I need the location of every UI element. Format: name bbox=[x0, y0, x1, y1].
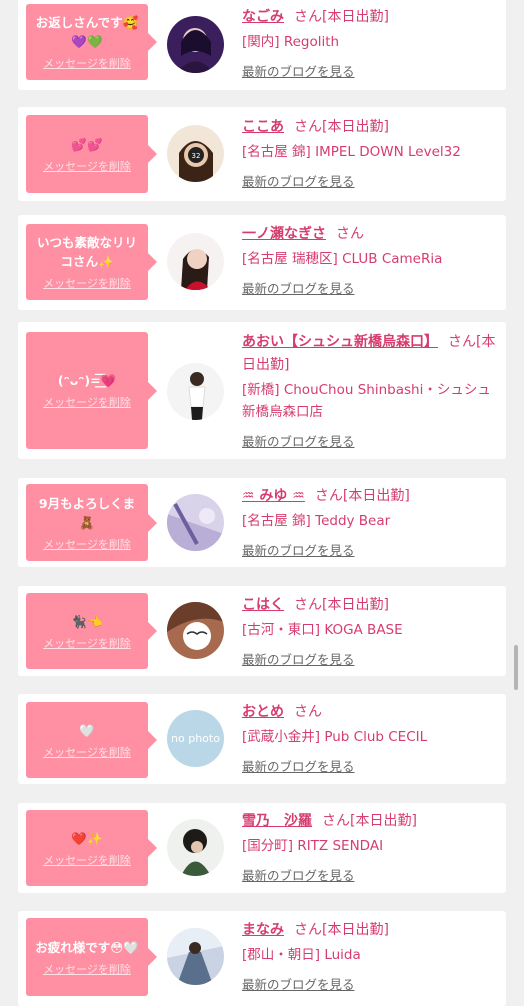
avatar[interactable] bbox=[167, 233, 224, 290]
message-bubble: 💕💕 メッセージを削除 bbox=[26, 115, 157, 193]
delete-message-link[interactable]: メッセージを削除 bbox=[43, 536, 131, 552]
shop-name: [名古屋 錦] IMPEL DOWN Level32 bbox=[242, 144, 461, 160]
cast-suffix: さん[本日出勤] bbox=[294, 597, 389, 613]
avatar[interactable] bbox=[167, 363, 224, 420]
delete-message-link[interactable]: メッセージを削除 bbox=[43, 635, 131, 651]
blog-link[interactable]: 最新のブログを見る bbox=[242, 61, 500, 80]
message-text: 🤍 bbox=[79, 722, 95, 738]
message-bubble: 🐈‍⬛👈 メッセージを削除 bbox=[26, 593, 157, 669]
message-bubble: お返しさんです🥰💜💚 メッセージを削除 bbox=[26, 4, 157, 80]
svg-text:32: 32 bbox=[192, 152, 201, 160]
avatar[interactable] bbox=[167, 819, 224, 876]
list-item: 🤍 メッセージを削除 no photo おとめ さん [武蔵小金井] Pub Cl… bbox=[18, 694, 506, 784]
message-text: (ᵔᴗᵔ)=͟͟͞💗 bbox=[57, 373, 117, 388]
cast-suffix: さん[本日出勤] bbox=[294, 9, 389, 25]
cast-name-link[interactable]: ♒︎ みゆ ♒︎ bbox=[242, 488, 305, 504]
message-bubble: いつも素敵なリリコさん✨ メッセージを削除 bbox=[26, 224, 157, 300]
list-item: (ᵔᴗᵔ)=͟͟͞💗 メッセージを削除 あおい【シュシュ新橋烏森口】 さん[本日出… bbox=[18, 322, 506, 459]
cast-suffix: さん bbox=[294, 704, 322, 720]
blog-link[interactable]: 最新のブログを見る bbox=[242, 540, 500, 559]
avatar[interactable]: 32 bbox=[167, 125, 224, 182]
message-bubble: 🤍 メッセージを削除 bbox=[26, 702, 157, 778]
message-text: いつも素敵なリリコさん✨ bbox=[36, 235, 137, 269]
entry-info: ここあ さん[本日出勤] [名古屋 錦] IMPEL DOWN Level32 最… bbox=[242, 116, 500, 190]
shop-name: [関内] Regolith bbox=[242, 34, 340, 50]
list-item: ❤️✨ メッセージを削除 雪乃 沙羅 さん[本日出勤] [国分町] RITZ SE… bbox=[18, 803, 506, 893]
list-item: いつも素敵なリリコさん✨ メッセージを削除 一ノ瀬なぎさ さん [名古屋 瑞穂区]… bbox=[18, 215, 506, 310]
delete-message-link[interactable]: メッセージを削除 bbox=[43, 55, 131, 71]
list-item: お疲れ様です😳🤍 メッセージを削除 まなみ さん[本日出勤] [郡山・朝日] Lu… bbox=[18, 911, 506, 1006]
cast-suffix: さん[本日出勤] bbox=[294, 119, 389, 135]
no-photo-text: no photo bbox=[171, 732, 220, 745]
shop-name: [名古屋 瑞穂区] CLUB CameRia bbox=[242, 251, 443, 267]
message-text: お疲れ様です😳🤍 bbox=[35, 939, 139, 955]
entry-info: 一ノ瀬なぎさ さん [名古屋 瑞穂区] CLUB CameRia 最新のブログを見… bbox=[242, 223, 500, 297]
delete-message-link[interactable]: メッセージを削除 bbox=[43, 394, 131, 410]
entry-info: ♒︎ みゆ ♒︎ さん[本日出勤] [名古屋 錦] Teddy Bear 最新のブ… bbox=[242, 485, 500, 559]
delete-message-link[interactable]: メッセージを削除 bbox=[43, 961, 131, 977]
message-bubble: ❤️✨ メッセージを削除 bbox=[26, 810, 157, 886]
shop-name: [国分町] RITZ SENDAI bbox=[242, 838, 384, 854]
shop-name: [武蔵小金井] Pub Club CECIL bbox=[242, 729, 428, 745]
entry-info: おとめ さん [武蔵小金井] Pub Club CECIL 最新のブログを見る bbox=[242, 701, 500, 775]
avatar[interactable] bbox=[167, 16, 224, 73]
cast-suffix: さん[本日出勤] bbox=[314, 488, 410, 504]
entry-info: 雪乃 沙羅 さん[本日出勤] [国分町] RITZ SENDAI 最新のブログを見… bbox=[242, 810, 500, 884]
delete-message-link[interactable]: メッセージを削除 bbox=[43, 852, 131, 868]
list-item: 💕💕 メッセージを削除 32 ここあ さん[本日出勤] [名古屋 錦] IMPEL… bbox=[18, 107, 506, 201]
shop-name: [郡山・朝日] Luida bbox=[242, 947, 361, 963]
blog-link[interactable]: 最新のブログを見る bbox=[242, 865, 500, 884]
delete-message-link[interactable]: メッセージを削除 bbox=[43, 275, 131, 291]
entry-info: あおい【シュシュ新橋烏森口】 さん[本日出勤] [新橋] ChouChou Shi… bbox=[242, 331, 500, 450]
delete-message-link[interactable]: メッセージを削除 bbox=[43, 744, 131, 760]
cast-name-link[interactable]: こはく bbox=[242, 597, 284, 613]
blog-link[interactable]: 最新のブログを見る bbox=[242, 171, 500, 190]
cast-name-link[interactable]: ここあ bbox=[242, 119, 284, 135]
entry-info: まなみ さん[本日出勤] [郡山・朝日] Luida 最新のブログを見る bbox=[242, 919, 500, 993]
message-bubble: 9月もよろしくま🧸 メッセージを削除 bbox=[26, 484, 157, 561]
cast-name-link[interactable]: おとめ bbox=[242, 704, 284, 720]
cast-name-link[interactable]: なごみ bbox=[242, 9, 284, 25]
message-bubble: お疲れ様です😳🤍 メッセージを削除 bbox=[26, 918, 157, 996]
cast-suffix: さん bbox=[336, 226, 364, 242]
message-text: ❤️✨ bbox=[71, 830, 103, 846]
avatar[interactable] bbox=[167, 494, 224, 551]
blog-link[interactable]: 最新のブログを見る bbox=[242, 278, 500, 297]
shop-name: [古河・東口] KOGA BASE bbox=[242, 622, 403, 638]
avatar[interactable] bbox=[167, 602, 224, 659]
message-text: お返しさんです🥰💜💚 bbox=[35, 15, 139, 49]
shop-name: [新橋] ChouChou Shinbashi・シュシュ新橋烏森口店 bbox=[242, 382, 491, 420]
shop-name: [名古屋 錦] Teddy Bear bbox=[242, 513, 391, 529]
cast-suffix: さん[本日出勤] bbox=[322, 813, 417, 829]
entry-info: なごみ さん[本日出勤] [関内] Regolith 最新のブログを見る bbox=[242, 6, 500, 80]
cast-name-link[interactable]: 一ノ瀬なぎさ bbox=[242, 226, 326, 242]
avatar-no-photo[interactable]: no photo bbox=[167, 710, 224, 767]
scrollbar[interactable] bbox=[514, 645, 518, 690]
list-item: お返しさんです🥰💜💚 メッセージを削除 なごみ さん[本日出勤] [関内] Reg… bbox=[18, 0, 506, 90]
cast-suffix: さん[本日出勤] bbox=[294, 922, 389, 938]
blog-link[interactable]: 最新のブログを見る bbox=[242, 974, 500, 993]
message-text: 💕💕 bbox=[71, 136, 103, 152]
cast-name-link[interactable]: 雪乃 沙羅 bbox=[242, 813, 312, 829]
blog-link[interactable]: 最新のブログを見る bbox=[242, 756, 500, 775]
cast-name-link[interactable]: まなみ bbox=[242, 922, 284, 938]
avatar[interactable] bbox=[167, 928, 224, 985]
blog-link[interactable]: 最新のブログを見る bbox=[242, 649, 500, 668]
list-item: 🐈‍⬛👈 メッセージを削除 こはく さん[本日出勤] [古河・東口] KOGA B… bbox=[18, 586, 506, 676]
cast-name-link[interactable]: あおい【シュシュ新橋烏森口】 bbox=[242, 334, 438, 350]
list-item: 9月もよろしくま🧸 メッセージを削除 ♒︎ みゆ ♒︎ さん[本日出勤] [名古屋… bbox=[18, 478, 506, 567]
message-text: 9月もよろしくま🧸 bbox=[38, 495, 136, 530]
entry-info: こはく さん[本日出勤] [古河・東口] KOGA BASE 最新のブログを見る bbox=[242, 594, 500, 668]
blog-link[interactable]: 最新のブログを見る bbox=[242, 431, 500, 450]
message-bubble: (ᵔᴗᵔ)=͟͟͞💗 メッセージを削除 bbox=[26, 332, 157, 449]
message-text: 🐈‍⬛👈 bbox=[71, 613, 103, 629]
delete-message-link[interactable]: メッセージを削除 bbox=[43, 158, 131, 174]
